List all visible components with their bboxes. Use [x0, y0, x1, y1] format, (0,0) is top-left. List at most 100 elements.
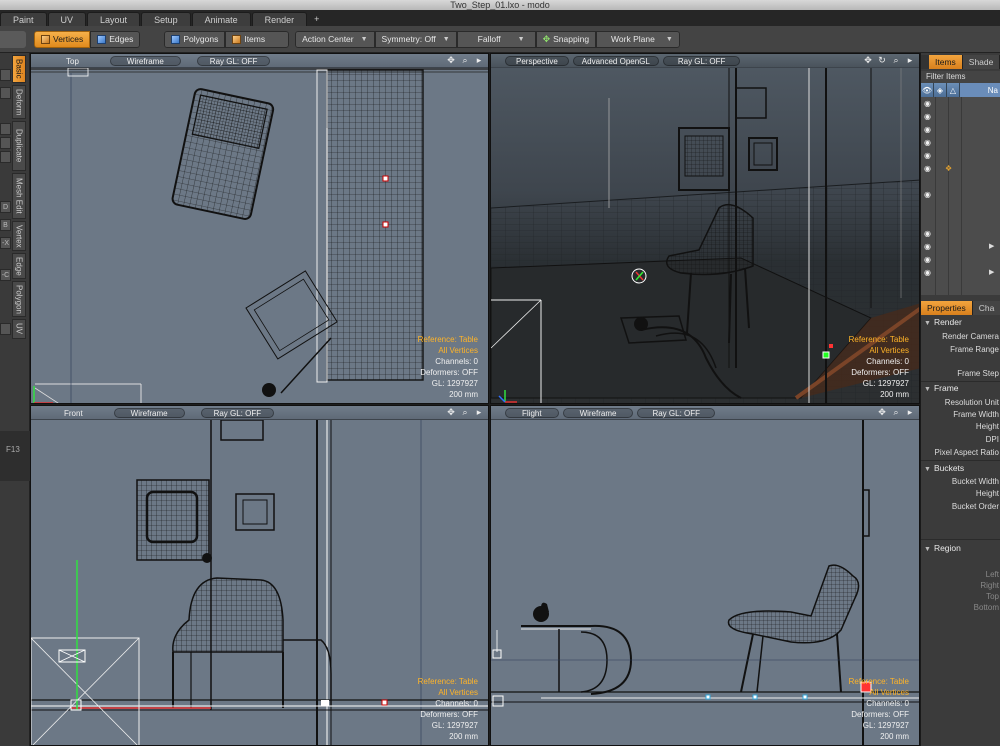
- edges-mode-button[interactable]: Edges: [90, 30, 141, 48]
- viewport-menu-arrow-icon[interactable]: ▸: [474, 55, 484, 66]
- items-mode-button[interactable]: Items: [225, 30, 290, 48]
- left-mini-button-3[interactable]: [0, 123, 11, 135]
- viewport-shading-dropdown[interactable]: Wireframe: [562, 407, 634, 418]
- visibility-eye-icon[interactable]: ◉: [924, 113, 933, 121]
- zoom-search-icon[interactable]: ⌕: [460, 407, 470, 418]
- zoom-search-icon[interactable]: ⌕: [891, 407, 901, 418]
- tab-shader-tree[interactable]: Shade: [962, 55, 1000, 69]
- list-item[interactable]: ◉ ▶: [921, 267, 1000, 280]
- tab-basic[interactable]: Basic: [12, 55, 26, 83]
- tab-channels[interactable]: Cha: [972, 301, 1000, 315]
- viewport-menu-arrow-icon[interactable]: ▸: [905, 407, 915, 418]
- pan-move-icon[interactable]: ✥: [446, 55, 456, 66]
- viewport-front[interactable]: Front Wireframe Ray GL: OFF ✥ ⌕ ▸ Refere…: [30, 405, 489, 746]
- tab-items[interactable]: Items: [929, 55, 963, 69]
- left-mini-button-5[interactable]: [0, 151, 11, 163]
- viewport-shading-dropdown[interactable]: Wireframe: [109, 55, 181, 66]
- viewport-raygl-toggle[interactable]: Ray GL: OFF: [662, 55, 741, 66]
- expand-arrow-icon[interactable]: ▶: [989, 268, 994, 276]
- pan-move-icon[interactable]: ✥: [863, 55, 873, 66]
- toolbar-collapse-handle[interactable]: [0, 30, 26, 48]
- list-item[interactable]: ◉: [921, 150, 1000, 163]
- left-mini-button-4[interactable]: [0, 137, 11, 149]
- visibility-eye-icon[interactable]: ◉: [924, 256, 933, 264]
- section-frame[interactable]: ▼ Frame: [924, 383, 959, 393]
- list-item[interactable]: ◉: [921, 189, 1000, 202]
- work-plane-dropdown[interactable]: Work Plane ▼: [596, 30, 680, 48]
- pan-move-icon[interactable]: ✥: [446, 407, 456, 418]
- viewport-view-dropdown[interactable]: Front: [55, 408, 92, 418]
- tab-render[interactable]: Render: [251, 12, 308, 26]
- list-item[interactable]: ◉: [921, 98, 1000, 111]
- tab-polygon[interactable]: Polygon: [12, 281, 26, 317]
- section-render[interactable]: ▼ Render: [924, 317, 962, 327]
- viewport-menu-arrow-icon[interactable]: ▸: [905, 55, 915, 66]
- viewport-menu-arrow-icon[interactable]: ▸: [474, 407, 484, 418]
- visibility-eye-icon[interactable]: ◉: [924, 126, 933, 134]
- lock-icon[interactable]: △: [947, 83, 960, 97]
- visibility-eye-icon[interactable]: 👁: [921, 83, 934, 97]
- section-region[interactable]: ▼ Region: [924, 543, 961, 553]
- tab-duplicate[interactable]: Duplicate: [12, 121, 26, 171]
- viewport-raygl-toggle[interactable]: Ray GL: OFF: [637, 407, 716, 418]
- viewport-top[interactable]: Top Wireframe Ray GL: OFF ✥ ⌕ ▸ Referenc…: [30, 53, 489, 404]
- list-item[interactable]: ◉ ❖: [921, 163, 1000, 176]
- list-item[interactable]: ◉: [921, 124, 1000, 137]
- tab-setup[interactable]: Setup: [141, 12, 191, 26]
- visibility-eye-icon[interactable]: ◉: [924, 269, 933, 277]
- zoom-search-icon[interactable]: ⌕: [460, 55, 470, 66]
- left-mini-c[interactable]: -C: [0, 269, 11, 281]
- expand-arrow-icon[interactable]: ▶: [989, 242, 994, 250]
- viewport-raygl-toggle[interactable]: Ray GL: OFF: [200, 407, 275, 418]
- tab-properties[interactable]: Properties: [921, 301, 973, 315]
- list-item[interactable]: ◉ ▶: [921, 241, 1000, 254]
- left-mini-x[interactable]: -X: [0, 237, 11, 249]
- tab-layout[interactable]: Layout: [87, 12, 141, 26]
- left-mini-button-2[interactable]: [0, 87, 11, 99]
- orbit-rotate-icon[interactable]: ↻: [877, 55, 887, 66]
- visibility-eye-icon[interactable]: ◉: [924, 230, 933, 238]
- viewport-shading-dropdown[interactable]: Advanced OpenGL: [572, 55, 659, 66]
- pan-move-icon[interactable]: ✥: [877, 407, 887, 418]
- filter-items-field[interactable]: Filter Items: [921, 71, 1000, 83]
- visibility-eye-icon[interactable]: ◉: [924, 165, 933, 173]
- visibility-eye-icon[interactable]: ◉: [924, 152, 933, 160]
- tab-paint[interactable]: Paint: [0, 12, 47, 26]
- viewport-flight[interactable]: Flight Wireframe Ray GL: OFF ✥ ⌕ ▸ Refer…: [490, 405, 920, 746]
- tab-mesh-edit[interactable]: Mesh Edit: [12, 173, 26, 219]
- viewport-shading-dropdown[interactable]: Wireframe: [113, 407, 185, 418]
- items-list[interactable]: ◉ ◉ ◉ ◉ ◉ ◉ ❖ ◉ ◉ ◉ ▶ ◉ ◉ ▶: [921, 97, 1000, 295]
- left-mini-b[interactable]: B: [0, 219, 11, 231]
- tab-vertex[interactable]: Vertex: [12, 221, 26, 251]
- viewport-view-dropdown[interactable]: Perspective: [505, 55, 569, 66]
- list-item[interactable]: ◉: [921, 254, 1000, 267]
- viewport-raygl-toggle[interactable]: Ray GL: OFF: [196, 55, 271, 66]
- polygons-mode-button[interactable]: Polygons: [164, 30, 226, 48]
- falloff-dropdown[interactable]: Falloff ▼: [456, 30, 536, 48]
- tab-uv-tools[interactable]: UV: [12, 319, 26, 339]
- viewport-view-dropdown[interactable]: Top: [57, 56, 88, 66]
- snapping-button[interactable]: ✥ Snapping: [535, 30, 597, 48]
- visibility-eye-icon[interactable]: ◉: [924, 191, 933, 199]
- zoom-search-icon[interactable]: ⌕: [891, 55, 901, 66]
- list-item[interactable]: ◉: [921, 228, 1000, 241]
- list-item[interactable]: ◉: [921, 137, 1000, 150]
- add-tab-button[interactable]: +: [308, 12, 325, 26]
- viewport-view-dropdown[interactable]: Flight: [505, 407, 559, 418]
- name-column-header[interactable]: Na: [960, 83, 1000, 97]
- action-center-dropdown[interactable]: Action Center ▼: [295, 30, 375, 48]
- viewport-perspective[interactable]: Perspective Advanced OpenGL Ray GL: OFF …: [490, 53, 920, 404]
- visibility-eye-icon[interactable]: ◉: [924, 100, 933, 108]
- tab-deform[interactable]: Deform: [12, 85, 26, 119]
- render-icon[interactable]: ◈: [934, 83, 947, 97]
- left-mini-button-6[interactable]: [0, 323, 11, 335]
- tab-uv[interactable]: UV: [47, 12, 87, 26]
- symmetry-dropdown[interactable]: Symmetry: Off ▼: [374, 30, 457, 48]
- left-mini-button-1[interactable]: [0, 69, 11, 81]
- tab-edge[interactable]: Edge: [12, 253, 26, 279]
- visibility-eye-icon[interactable]: ◉: [924, 139, 933, 147]
- left-mini-d[interactable]: D: [0, 201, 11, 213]
- section-buckets[interactable]: ▼ Buckets: [924, 463, 964, 473]
- vertices-mode-button[interactable]: Vertices: [34, 30, 91, 48]
- tab-animate[interactable]: Animate: [191, 12, 251, 26]
